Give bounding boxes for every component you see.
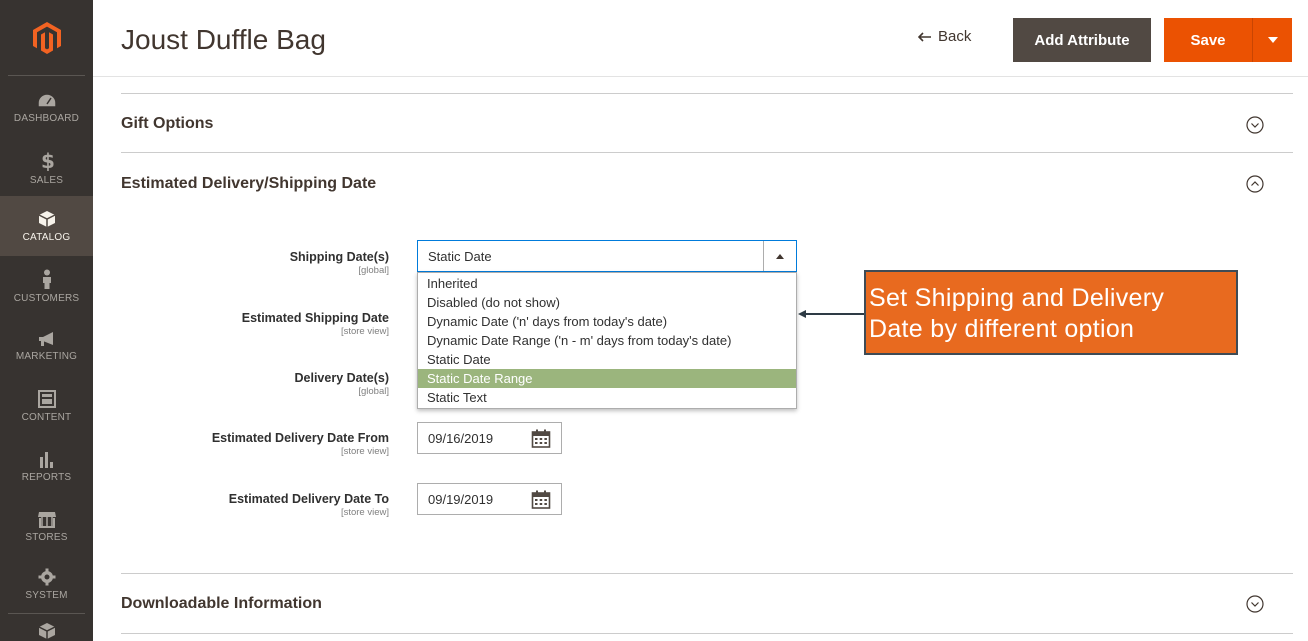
section-title-gift-options[interactable]: Gift Options (121, 115, 213, 133)
svg-text:$: $ (41, 151, 54, 171)
annotation-callout: Set Shipping and Delivery Date by differ… (864, 270, 1238, 355)
add-attribute-button[interactable]: Add Attribute (1013, 18, 1151, 62)
delivery-from-value: 09/16/2019 (428, 430, 494, 446)
shipping-dates-options-list: Inherited Disabled (do not show) Dynamic… (417, 272, 797, 409)
content-icon (37, 389, 56, 408)
sidebar-item-sales[interactable]: $ SALES (0, 138, 93, 198)
caret-up-icon (776, 253, 784, 259)
sidebar-item-label: CATALOG (22, 231, 71, 243)
section-divider (121, 152, 1293, 153)
estimated-shipping-date-label: Estimated Shipping Date (241, 311, 389, 325)
admin-sidebar: DASHBOARD $ SALES CATALOG CUSTOMERS MARK… (0, 0, 93, 641)
callout-line-1: Set Shipping and Delivery (869, 284, 1165, 312)
save-button[interactable]: Save (1164, 18, 1252, 62)
sidebar-item-stores[interactable]: STORES (0, 496, 93, 556)
sidebar-item-reports[interactable]: REPORTS (0, 436, 93, 496)
storefront-icon (37, 511, 56, 528)
chevron-down-icon[interactable] (1246, 116, 1264, 134)
section-title-estimated-delivery[interactable]: Estimated Delivery/Shipping Date (121, 175, 376, 193)
delivery-to-value: 09/19/2019 (428, 491, 494, 507)
sidebar-item-label: REPORTS (21, 471, 72, 483)
callout-arrow (798, 310, 865, 318)
sidebar-item-customers[interactable]: CUSTOMERS (0, 256, 93, 316)
option-dynamic-date[interactable]: Dynamic Date ('n' days from today's date… (418, 312, 796, 331)
estimated-shipping-date-scope: [store view] (340, 326, 389, 337)
section-divider (121, 573, 1293, 574)
callout-line-2: Date by different option (869, 315, 1135, 343)
option-static-text[interactable]: Static Text (418, 388, 796, 407)
option-static-date-range[interactable]: Static Date Range (418, 369, 796, 388)
shipping-dates-selected-value: Static Date (428, 248, 492, 264)
sidebar-item-label: STORES (25, 531, 68, 543)
option-dynamic-date-range[interactable]: Dynamic Date Range ('n - m' days from to… (418, 331, 796, 350)
bar-chart-icon (39, 451, 53, 468)
sidebar-divider (8, 613, 85, 614)
sidebar-item-label: SYSTEM (25, 589, 68, 601)
sidebar-item-dashboard[interactable]: DASHBOARD (0, 78, 93, 138)
delivery-to-label: Estimated Delivery Date To (228, 492, 389, 506)
sidebar-item-system[interactable]: SYSTEM (0, 554, 93, 614)
dollar-icon: $ (41, 151, 54, 171)
back-button-label: Back (938, 28, 972, 45)
magento-logo-icon (32, 21, 61, 54)
option-static-date[interactable]: Static Date (418, 350, 796, 369)
save-options-toggle[interactable] (1252, 18, 1292, 62)
megaphone-icon (38, 331, 53, 346)
calendar-icon[interactable] (531, 490, 551, 510)
gear-icon (38, 568, 55, 585)
section-title-downloadable[interactable]: Downloadable Information (121, 595, 322, 613)
option-disabled[interactable]: Disabled (do not show) (418, 293, 796, 312)
sidebar-item-label: CONTENT (21, 411, 72, 423)
delivery-from-scope: [store view] (340, 446, 389, 457)
chevron-up-icon[interactable] (1246, 175, 1264, 193)
partner-icon[interactable] (38, 622, 56, 641)
calendar-icon[interactable] (531, 429, 551, 449)
delivery-dates-label: Delivery Date(s) (294, 371, 390, 385)
shipping-dates-label: Shipping Date(s) (289, 250, 389, 264)
sidebar-item-label: CUSTOMERS (13, 292, 80, 304)
header-divider (93, 76, 1308, 77)
shipping-dates-select[interactable]: Static Date (417, 240, 797, 272)
sidebar-item-label: DASHBOARD (13, 112, 80, 124)
back-button[interactable]: Back (918, 28, 971, 45)
delivery-from-input[interactable]: 09/16/2019 (417, 422, 562, 454)
section-divider (121, 633, 1293, 634)
delivery-to-scope: [store view] (340, 507, 389, 518)
caret-down-icon (1267, 37, 1278, 43)
delivery-to-input[interactable]: 09/19/2019 (417, 483, 562, 515)
option-inherited[interactable]: Inherited (418, 274, 796, 293)
sidebar-item-label: SALES (29, 174, 64, 186)
sidebar-item-marketing[interactable]: MARKETING (0, 316, 93, 376)
shipping-dates-scope: [global] (358, 265, 389, 276)
select-toggle[interactable] (763, 241, 796, 271)
sidebar-item-content[interactable]: CONTENT (0, 376, 93, 436)
sidebar-item-catalog[interactable]: CATALOG (0, 196, 93, 256)
sidebar-item-label: MARKETING (15, 350, 78, 362)
person-icon (42, 269, 51, 289)
logo-divider (8, 75, 85, 76)
magento-logo[interactable] (0, 0, 93, 75)
delivery-from-label: Estimated Delivery Date From (211, 431, 389, 445)
box-icon (38, 210, 55, 227)
section-divider (121, 93, 1293, 94)
arrow-left-icon (918, 31, 931, 42)
dashboard-icon (36, 92, 57, 108)
chevron-down-icon[interactable] (1246, 595, 1264, 613)
page-title: Joust Duffle Bag (121, 24, 326, 55)
delivery-dates-scope: [global] (358, 386, 389, 397)
